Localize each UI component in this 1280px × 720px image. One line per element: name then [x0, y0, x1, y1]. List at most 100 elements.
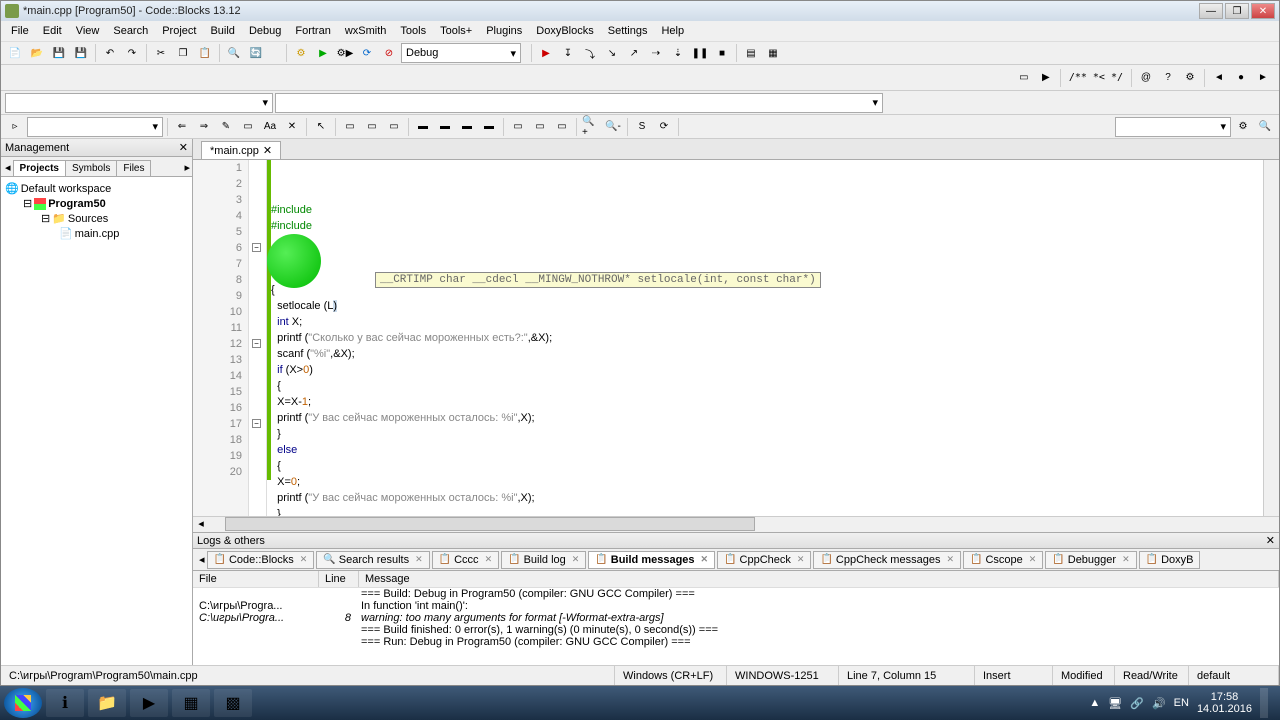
log-tab-cscope[interactable]: 📋Cscope✕	[963, 551, 1043, 569]
next-instr-button[interactable]: ⇢	[646, 43, 666, 63]
next-line-button[interactable]: ⤵	[580, 43, 600, 63]
log-tab-buildlog[interactable]: 📋Build log✕	[501, 551, 586, 569]
menu-search[interactable]: Search	[107, 23, 154, 39]
start-button[interactable]	[4, 688, 42, 718]
menu-settings[interactable]: Settings	[602, 23, 654, 39]
management-close-icon[interactable]: ✕	[179, 141, 188, 154]
menu-view[interactable]: View	[70, 23, 106, 39]
management-tab-nav-right[interactable]: ▸	[182, 159, 192, 176]
fold-box-6[interactable]: −	[252, 243, 261, 252]
log-tab-doxy[interactable]: 📋DoxyB	[1139, 551, 1201, 569]
layout3-icon[interactable]: ▬	[457, 117, 477, 137]
maximize-button[interactable]: ❐	[1225, 3, 1249, 19]
fold-box-12[interactable]: −	[252, 339, 261, 348]
doxy-at-icon[interactable]: @	[1136, 68, 1156, 88]
match-case-icon[interactable]: Aa	[260, 117, 280, 137]
management-tab-nav-left[interactable]: ◂	[3, 159, 13, 176]
nav-forward-button[interactable]: ►	[1253, 68, 1273, 88]
info-button[interactable]: ▦	[763, 43, 783, 63]
widget3-icon[interactable]: ▭	[384, 117, 404, 137]
search-icon[interactable]: 🔍	[1255, 117, 1275, 137]
log-tab-codeblocks[interactable]: 📋Code::Blocks✕	[207, 551, 315, 569]
s-icon[interactable]: S	[632, 117, 652, 137]
doxy-icon[interactable]: ▭	[1014, 68, 1034, 88]
log-tab-search[interactable]: 🔍Search results✕	[316, 551, 429, 569]
find-button[interactable]: 🔍	[224, 43, 244, 63]
highlight-icon[interactable]: ✎	[216, 117, 236, 137]
redo-button[interactable]: ↷	[122, 43, 142, 63]
step-into-instr-button[interactable]: ⇣	[668, 43, 688, 63]
return-block-icon[interactable]: ▭	[552, 117, 572, 137]
tray-clock[interactable]: 17:58 14.01.2016	[1197, 691, 1252, 715]
right-combo[interactable]: ▾	[1115, 117, 1231, 137]
break-button[interactable]: ❚❚	[690, 43, 710, 63]
doxy-settings-icon[interactable]: ⚙	[1180, 68, 1200, 88]
jump-combo[interactable]: ▾	[27, 117, 163, 137]
menu-doxyblocks[interactable]: DoxyBlocks	[530, 23, 599, 39]
editor-tab-main[interactable]: *main.cpp ✕	[201, 141, 281, 159]
menu-plugins[interactable]: Plugins	[480, 23, 528, 39]
zoom-in-icon[interactable]: 🔍+	[581, 117, 601, 137]
scope-combo[interactable]: ▾	[5, 93, 273, 113]
logs-tab-nav-left[interactable]: ◂	[197, 551, 207, 568]
undo-button[interactable]: ↶	[100, 43, 120, 63]
gear-icon[interactable]: ⚙	[1233, 117, 1253, 137]
vertical-scrollbar[interactable]	[1263, 160, 1279, 516]
debug-start-button[interactable]: ▶	[536, 43, 556, 63]
fold-column[interactable]: − − −	[249, 160, 267, 516]
tree-file-main[interactable]: 📄main.cpp	[5, 226, 188, 241]
close-button[interactable]: ✕	[1251, 3, 1275, 19]
menu-file[interactable]: File	[5, 23, 35, 39]
continue-block-icon[interactable]: ▭	[530, 117, 550, 137]
editor-tab-close-icon[interactable]: ✕	[263, 144, 272, 157]
menu-tools[interactable]: Tools	[394, 23, 432, 39]
logs-col-line[interactable]: Line	[319, 571, 359, 587]
cut-button[interactable]: ✂	[151, 43, 171, 63]
show-desktop-button[interactable]	[1260, 688, 1268, 718]
log-tab-debugger[interactable]: 📋Debugger✕	[1045, 551, 1136, 569]
nav-last-button[interactable]: ●	[1231, 68, 1251, 88]
open-button[interactable]: 📂	[27, 43, 47, 63]
run-button[interactable]: ▶	[313, 43, 333, 63]
toggle-source-icon[interactable]: ▹	[5, 117, 25, 137]
build-button[interactable]: ⚙	[291, 43, 311, 63]
tray-net-icon[interactable]: 🔗	[1130, 697, 1144, 710]
layout4-icon[interactable]: ▬	[479, 117, 499, 137]
step-out-button[interactable]: ↗	[624, 43, 644, 63]
stop-debugger-button[interactable]: ■	[712, 43, 732, 63]
break-block-icon[interactable]: ▭	[508, 117, 528, 137]
tab-projects[interactable]: Projects	[13, 160, 66, 176]
step-into-button[interactable]: ↘	[602, 43, 622, 63]
log-tab-cppcheckmsg[interactable]: 📋CppCheck messages✕	[813, 551, 961, 569]
next-bookmark-icon[interactable]: ⇒	[194, 117, 214, 137]
run-to-cursor-button[interactable]: ↧	[558, 43, 578, 63]
tree-project[interactable]: ⊟Program50	[5, 196, 188, 211]
debug-windows-button[interactable]: ▤	[741, 43, 761, 63]
abort-button[interactable]: ⊘	[379, 43, 399, 63]
doxy-help-icon[interactable]: ?	[1158, 68, 1178, 88]
task-widget-icon[interactable]: ▦	[172, 689, 210, 717]
logs-col-message[interactable]: Message	[359, 571, 1279, 587]
function-combo[interactable]: ▾	[275, 93, 883, 113]
select-icon[interactable]: ▭	[238, 117, 258, 137]
tree-workspace[interactable]: 🌐Default workspace	[5, 181, 188, 196]
replace-button[interactable]: 🔄	[246, 43, 266, 63]
menu-edit[interactable]: Edit	[37, 23, 68, 39]
task-media-icon[interactable]: ▶	[130, 689, 168, 717]
menu-build[interactable]: Build	[204, 23, 240, 39]
minimize-button[interactable]: —	[1199, 3, 1223, 19]
widget2-icon[interactable]: ▭	[362, 117, 382, 137]
build-target-combo[interactable]: Debug▾	[401, 43, 521, 63]
build-run-button[interactable]: ⚙▶	[335, 43, 355, 63]
layout2-icon[interactable]: ▬	[435, 117, 455, 137]
new-file-button[interactable]: 📄	[5, 43, 25, 63]
doxy-run-icon[interactable]: ▶	[1036, 68, 1056, 88]
logs-close-icon[interactable]: ✕	[1266, 534, 1275, 547]
menu-fortran[interactable]: Fortran	[289, 23, 336, 39]
menu-wxsmith[interactable]: wxSmith	[339, 23, 393, 39]
tray-sound-icon[interactable]: 🔊	[1152, 697, 1166, 710]
clear-icon[interactable]: ✕	[282, 117, 302, 137]
project-tree[interactable]: 🌐Default workspace ⊟Program50 ⊟📁Sources …	[1, 177, 192, 665]
widget1-icon[interactable]: ▭	[340, 117, 360, 137]
layout1-icon[interactable]: ▬	[413, 117, 433, 137]
